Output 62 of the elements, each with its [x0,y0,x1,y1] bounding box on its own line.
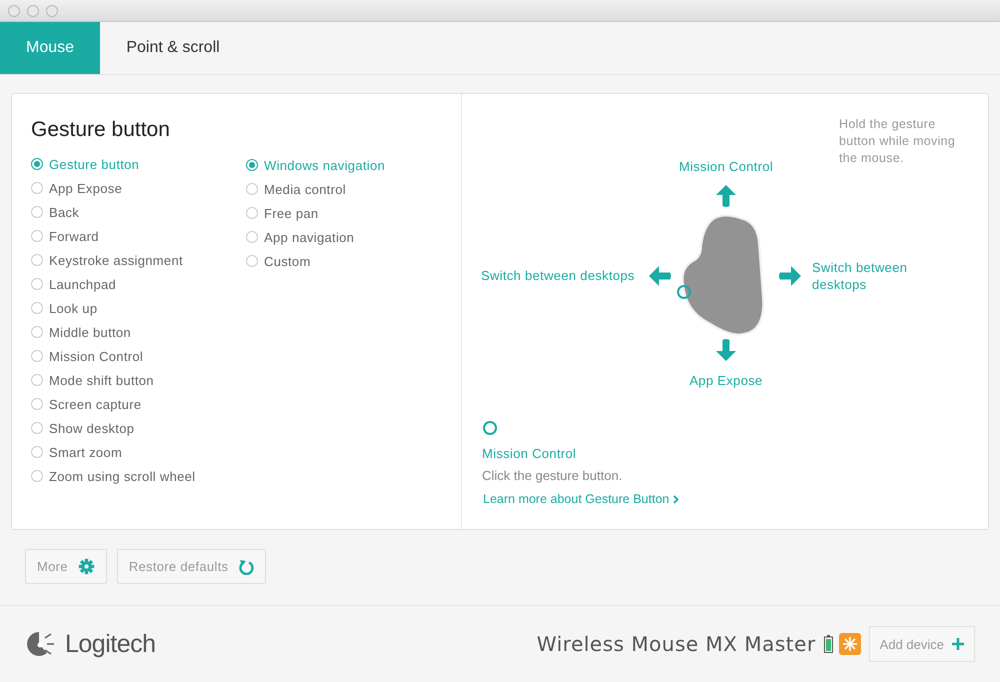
radio-label[interactable]: Smart zoom [49,444,122,460]
right-gesture-label: Switch between desktops [812,259,908,293]
radio-label[interactable]: Free pan [264,206,318,220]
radio-label[interactable]: Forward [49,228,99,244]
radio-button[interactable] [31,302,43,314]
radio-label[interactable]: Media control [264,182,346,196]
radio-label[interactable]: Custom [264,254,311,268]
radio-button[interactable] [31,470,43,482]
radio-button[interactable] [31,350,43,362]
arrow-icon [778,264,802,288]
radio-label[interactable]: Screen capture [49,396,142,412]
radio-button[interactable] [31,206,43,218]
radio-button[interactable] [246,231,258,243]
radio-button[interactable] [31,374,43,386]
radio-label[interactable]: Zoom using scroll wheel [49,468,196,484]
radio-label[interactable]: Keystroke assignment [49,252,183,268]
radio-label[interactable]: Mode shift button [49,372,154,388]
receiver-icon [838,633,861,655]
radio-button[interactable] [246,183,258,195]
radio-button[interactable] [31,158,43,170]
radio-button[interactable] [31,278,43,290]
radio-label[interactable]: App navigation [264,230,354,244]
plus-icon [952,638,964,650]
left-gesture-label: Switch between desktops [481,268,635,283]
radio-button[interactable] [246,207,258,219]
radio-button[interactable] [31,182,43,194]
detail-title: Mission Control [482,446,576,461]
radio-button[interactable] [31,398,43,410]
close-window-button[interactable] [8,4,20,16]
radio-label[interactable]: Mission Control [49,348,144,364]
up-gesture-label: Mission Control [678,159,774,174]
panel-title: Gesture button [31,118,171,142]
radio-label[interactable]: App Expose [49,180,122,196]
arrow-icon [714,338,738,362]
radio-label[interactable]: Middle button [49,324,131,340]
radio-button[interactable] [246,255,258,267]
tab[interactable]: Point & scroll [100,22,246,74]
radio-label[interactable]: Show desktop [49,420,134,436]
gesture-button-marker [483,421,497,435]
battery-icon [824,635,833,653]
arrow-icon [648,264,672,288]
restore-icon [238,558,254,574]
radio-label[interactable]: Launchpad [49,276,116,292]
radio-button[interactable] [246,159,258,171]
radio-button[interactable] [31,422,43,434]
zoom-window-button[interactable] [46,4,58,16]
arrow-icon [714,184,738,208]
detail-description: Click the gesture button. [482,468,622,483]
logo-text: Logitech [65,630,156,658]
hint-text: Hold the gesture button while moving the mouse. [839,116,956,167]
radio-label[interactable]: Back [49,204,80,220]
down-gesture-label: App Expose [689,373,763,388]
radio-button[interactable] [31,446,43,458]
radio-label[interactable]: Look up [49,300,98,316]
radio-button[interactable] [31,254,43,266]
device-name: Wireless Mouse MX Master [536,632,816,656]
settings-icon [78,558,95,575]
chevron-icon [673,494,680,504]
minimize-window-button[interactable] [27,4,39,16]
radio-button[interactable] [31,230,43,242]
radio-button[interactable] [31,326,43,338]
gesture-button-marker [677,285,691,299]
